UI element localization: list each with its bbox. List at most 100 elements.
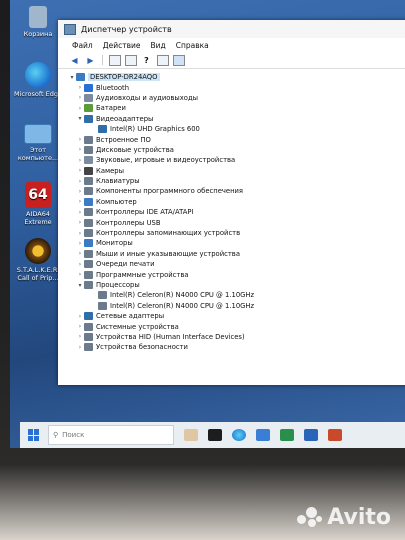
expand-icon[interactable]: ›	[76, 157, 84, 164]
tree-device-item[interactable]: Intel(R) Celeron(R) N4000 CPU @ 1.10GHz	[66, 301, 254, 311]
tree-device-item[interactable]: Intel(R) Celeron(R) N4000 CPU @ 1.10GHz	[66, 290, 254, 300]
desktop-icon-aida64[interactable]: 64 AIDA64 Extreme	[14, 182, 62, 226]
tree-category-item[interactable]: ▾ Видеоадаптеры	[66, 114, 254, 124]
tree-category-item[interactable]: › Устройства безопасности	[66, 342, 254, 352]
desktop-icon-label: AIDA64 Extreme	[24, 210, 52, 226]
desktop-icon-edge[interactable]: Microsoft Edge	[14, 62, 62, 98]
desktop-icon-this-pc[interactable]: Этот компьюте...	[14, 124, 62, 162]
tree-category-item[interactable]: › Системные устройства	[66, 321, 254, 331]
tree-category-item[interactable]: › Контроллеры запоминающих устройств	[66, 228, 254, 238]
help-button[interactable]: ?	[140, 55, 153, 66]
tree-category-item[interactable]: › Контроллеры USB	[66, 217, 254, 227]
radiation-icon	[25, 238, 51, 264]
edge-icon[interactable]	[232, 429, 246, 441]
media-icon[interactable]	[328, 429, 342, 441]
scan-hardware-button[interactable]	[172, 54, 185, 66]
back-button[interactable]: ◀	[68, 55, 81, 66]
expand-icon[interactable]: ›	[76, 209, 84, 216]
tree-category-item[interactable]: › Камеры	[66, 166, 254, 176]
expand-icon[interactable]: ›	[76, 333, 84, 340]
tree-category-item[interactable]: › Bluetooth	[66, 82, 254, 92]
update-driver-button[interactable]	[156, 54, 169, 66]
expand-icon[interactable]: ›	[76, 271, 84, 278]
speaker-icon	[84, 93, 93, 102]
tree-category-item[interactable]: › Дисковые устройства	[66, 145, 254, 155]
tree-items: › Bluetooth › Аудиовходы и аудиовыходы › Бата…	[66, 82, 254, 352]
tree-category-item[interactable]: › Аудиовходы и аудиовыходы	[66, 93, 254, 103]
desktop-icon-label: S.T.A.L.K.E.R. Call of Prip...	[16, 266, 60, 282]
toolbar-divider	[102, 55, 103, 65]
tree-category-item[interactable]: › Программные устройства	[66, 269, 254, 279]
menu-help[interactable]: Справка	[176, 41, 209, 50]
expand-icon[interactable]: ›	[76, 198, 84, 205]
tree-item-label: Встроенное ПО	[96, 135, 151, 144]
taskbar: ⚲ Поиск	[20, 422, 405, 448]
tree-category-item[interactable]: › Контроллеры IDE ATA/ATAPI	[66, 207, 254, 217]
store-icon[interactable]	[256, 429, 270, 441]
hid-icon	[84, 332, 93, 341]
show-hidden-button[interactable]	[124, 54, 137, 66]
recycle-bin-icon	[29, 6, 47, 28]
expand-icon[interactable]: ›	[76, 94, 84, 101]
menu-file[interactable]: Файл	[72, 41, 93, 50]
tree-category-item[interactable]: › Батареи	[66, 103, 254, 113]
tree-item-label: Звуковые, игровые и видеоустройства	[96, 156, 236, 165]
expand-icon[interactable]: ›	[76, 250, 84, 257]
expand-icon[interactable]: ›	[76, 261, 84, 268]
tree-category-item[interactable]: › Очереди печати	[66, 259, 254, 269]
tree-device-item[interactable]: Intel(R) UHD Graphics 600	[66, 124, 254, 134]
expand-icon[interactable]: ›	[76, 84, 84, 91]
collapse-icon[interactable]: ▾	[68, 74, 76, 81]
mail-icon[interactable]	[304, 429, 318, 441]
tree-category-item[interactable]: › Мыши и иные указывающие устройства	[66, 249, 254, 259]
menu-view[interactable]: Вид	[150, 41, 165, 50]
desktop-icon-recycle-bin[interactable]: Корзина	[14, 6, 62, 38]
properties-button[interactable]	[108, 54, 121, 66]
tree-category-item[interactable]: › Клавиатуры	[66, 176, 254, 186]
cortana-art-icon[interactable]	[184, 429, 198, 441]
forward-button[interactable]: ▶	[84, 55, 97, 66]
tree-category-item[interactable]: › Устройства HID (Human Interface Devices…	[66, 332, 254, 342]
expand-icon[interactable]: ›	[76, 167, 84, 174]
usb-icon	[84, 218, 93, 227]
expand-icon[interactable]: ›	[76, 178, 84, 185]
expand-icon[interactable]: ›	[76, 323, 84, 330]
expand-icon[interactable]: ›	[76, 146, 84, 153]
tree-category-item[interactable]: › Мониторы	[66, 238, 254, 248]
tree-root[interactable]: ▾ DESKTOP-DR24AQO	[66, 72, 254, 82]
expand-icon[interactable]: ›	[76, 105, 84, 112]
processor-icon	[98, 291, 107, 300]
tree-category-item[interactable]: › Звуковые, игровые и видеоустройства	[66, 155, 254, 165]
expand-icon[interactable]: ›	[76, 313, 84, 320]
expand-icon[interactable]: ›	[76, 240, 84, 247]
tree-category-item[interactable]: › Компьютер	[66, 197, 254, 207]
menu-bar: Файл Действие Вид Справка	[58, 38, 405, 52]
window-title: Диспетчер устройств	[81, 24, 172, 34]
app-icon[interactable]	[280, 429, 294, 441]
aida64-icon: 64	[25, 182, 51, 208]
window-titlebar[interactable]: Диспетчер устройств	[58, 20, 405, 38]
tree-category-item[interactable]: › Сетевые адаптеры	[66, 311, 254, 321]
taskbar-search[interactable]: ⚲ Поиск	[48, 425, 174, 445]
start-button[interactable]	[28, 429, 40, 441]
expand-icon[interactable]: ›	[76, 219, 84, 226]
monitor-icon	[172, 54, 185, 66]
expand-icon[interactable]: ›	[76, 230, 84, 237]
keyboard-icon	[84, 177, 93, 186]
collapse-icon[interactable]: ▾	[76, 115, 84, 122]
task-view-icon[interactable]	[208, 429, 222, 441]
menu-action[interactable]: Действие	[103, 41, 141, 50]
expand-icon[interactable]: ›	[76, 344, 84, 351]
tree-category-item[interactable]: › Компоненты программного обеспечения	[66, 186, 254, 196]
desktop-icon-stalker[interactable]: S.T.A.L.K.E.R. Call of Prip...	[14, 238, 62, 282]
processor-icon	[84, 281, 93, 289]
tree-category-item[interactable]: › Встроенное ПО	[66, 134, 254, 144]
collapse-icon[interactable]: ▾	[76, 282, 84, 289]
bluetooth-icon	[84, 83, 93, 92]
expand-icon[interactable]: ›	[76, 188, 84, 195]
tree-item-label: Контроллеры USB	[96, 218, 161, 227]
tree-category-item[interactable]: ▾ Процессоры	[66, 280, 254, 290]
expand-icon[interactable]: ›	[76, 136, 84, 143]
tree-item-label: Компьютер	[96, 197, 137, 206]
tree-item-label: Intel(R) Celeron(R) N4000 CPU @ 1.10GHz	[110, 291, 255, 300]
